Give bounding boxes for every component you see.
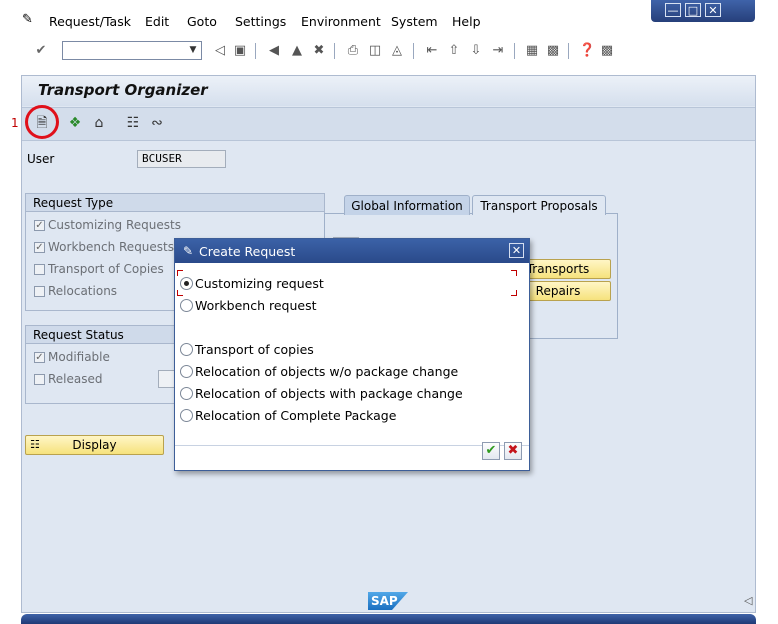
released-checkbox[interactable] [34, 374, 45, 385]
transport-of-copies-radio[interactable] [180, 343, 193, 356]
focus-corner [177, 270, 183, 276]
menu-request-task[interactable]: Request/Task [49, 14, 131, 29]
relocation-complete-package-radio[interactable] [180, 409, 193, 422]
user-field[interactable]: BCUSER [137, 150, 226, 168]
first-page-icon[interactable]: ⇤ [424, 43, 440, 59]
print-icon[interactable]: ⎙ [345, 43, 361, 59]
relocations-checkbox[interactable] [34, 286, 45, 297]
menu-goto[interactable]: Goto [187, 14, 217, 29]
command-field[interactable] [62, 41, 202, 60]
workbench-request-label[interactable]: Workbench request [195, 298, 316, 313]
toolbar-separator [334, 43, 335, 59]
display-button-label: Display [72, 438, 117, 452]
menu-edit[interactable]: Edit [145, 14, 169, 29]
customize-layout-icon[interactable]: ▩ [599, 43, 615, 59]
relocation-without-package-change-radio[interactable] [180, 365, 193, 378]
help-icon[interactable]: ❓ [579, 43, 595, 59]
highlight-circle [25, 105, 59, 139]
exit-icon[interactable]: ▲ [289, 43, 305, 59]
window-controls: — □ ✕ [651, 0, 755, 22]
focus-corner [511, 270, 517, 276]
toolbar-separator [514, 43, 515, 59]
step-marker: 1 [11, 116, 19, 130]
workbench-requests-checkbox[interactable]: ✓ [34, 242, 45, 253]
customizing-requests-checkbox[interactable]: ✓ [34, 220, 45, 231]
modifiable-label: Modifiable [48, 350, 110, 364]
status-bar [21, 614, 756, 624]
customizing-requests-label: Customizing Requests [48, 218, 181, 232]
page-title: Transport Organizer [38, 81, 208, 99]
modifiable-checkbox[interactable]: ✓ [34, 352, 45, 363]
last-page-icon[interactable]: ⇥ [490, 43, 506, 59]
customizing-request-label[interactable]: Customizing request [195, 276, 324, 291]
link-icon[interactable]: ∾ [148, 114, 166, 132]
save-icon[interactable]: ▣ [232, 43, 248, 59]
maximize-icon[interactable]: □ [685, 3, 701, 17]
transport-of-copies-checkbox[interactable] [34, 264, 45, 275]
new-session-icon[interactable]: ▦ [524, 43, 540, 59]
next-page-icon[interactable]: ⇩ [468, 43, 484, 59]
relocation-with-package-change-radio[interactable] [180, 387, 193, 400]
close-icon[interactable]: ✕ [705, 3, 721, 17]
toolbar-separator [413, 43, 414, 59]
customizing-request-radio[interactable] [180, 277, 193, 290]
checkmark-icon[interactable]: ✔ [482, 442, 500, 460]
dialog-footer-divider [175, 445, 529, 446]
request-status-heading: Request Status [26, 326, 174, 344]
find-icon[interactable]: ◫ [367, 43, 383, 59]
relocations-label: Relocations [48, 284, 118, 298]
relocation-without-package-change-label[interactable]: Relocation of objects w/o package change [195, 364, 458, 379]
transport-of-copies-label: Transport of Copies [48, 262, 164, 276]
cancel-icon[interactable]: ✖ [311, 43, 327, 59]
menu-settings[interactable]: Settings [235, 14, 286, 29]
tab-transport-proposals[interactable]: Transport Proposals [472, 195, 606, 215]
menu-system[interactable]: System [391, 14, 438, 29]
menu-help[interactable]: Help [452, 14, 481, 29]
user-label: User [27, 152, 55, 166]
focus-corner [177, 290, 183, 296]
display-object-icon[interactable]: ❖ [66, 114, 84, 132]
transport-tools-icon[interactable]: ⌂ [90, 114, 108, 132]
structure-icon[interactable]: ☷ [124, 114, 142, 132]
relocation-complete-package-label[interactable]: Relocation of Complete Package [195, 408, 396, 423]
menu-icon[interactable]: ✎ [22, 12, 33, 27]
hierarchy-icon: ☷ [30, 438, 40, 451]
minimize-icon[interactable]: — [665, 3, 681, 17]
chevron-down-icon[interactable]: ▼ [186, 42, 200, 58]
released-label: Released [48, 372, 103, 386]
cancel-x-icon[interactable]: ✖ [504, 442, 522, 460]
toolbar-separator [568, 43, 569, 59]
back-triangle-icon[interactable]: ◁ [212, 43, 228, 59]
shortcut-icon[interactable]: ▩ [545, 43, 561, 59]
transport-of-copies-option-label[interactable]: Transport of copies [195, 342, 314, 357]
dialog-title: Create Request [199, 244, 296, 259]
dialog-close-icon[interactable]: ✕ [509, 243, 524, 258]
focus-corner [511, 290, 517, 296]
workbench-requests-label: Workbench Requests [48, 240, 175, 254]
dialog-icon: ✎ [182, 244, 194, 258]
previous-page-icon[interactable]: ⇧ [446, 43, 462, 59]
find-next-icon[interactable]: ◬ [389, 43, 405, 59]
workbench-request-radio[interactable] [180, 299, 193, 312]
tab-global-information[interactable]: Global Information [344, 195, 470, 215]
toolbar-separator [255, 43, 256, 59]
enter-icon[interactable]: ✔ [33, 43, 49, 59]
request-type-heading: Request Type [26, 194, 324, 212]
menu-environment[interactable]: Environment [301, 14, 381, 29]
status-bar-toggle-icon[interactable]: ◁ [744, 594, 752, 607]
back-icon[interactable]: ◀ [266, 43, 282, 59]
relocation-with-package-change-label[interactable]: Relocation of objects with package chang… [195, 386, 463, 401]
display-button[interactable]: ☷ Display [25, 435, 164, 455]
